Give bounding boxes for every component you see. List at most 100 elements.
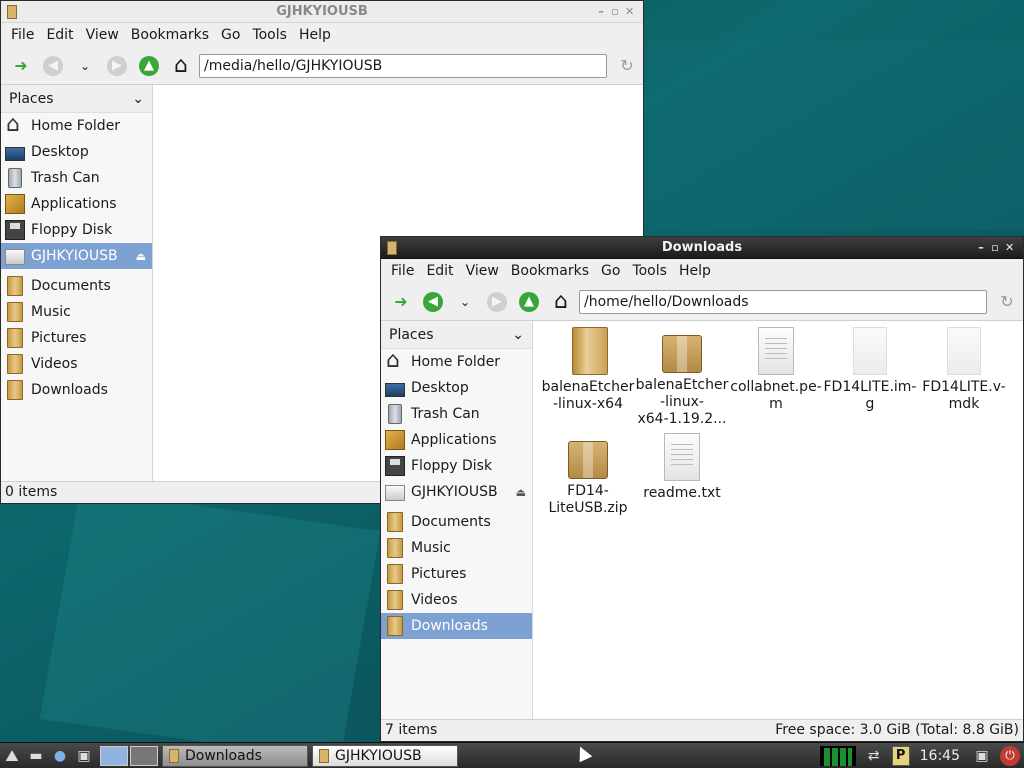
folder-icon — [387, 512, 403, 532]
history-dropdown-icon[interactable]: ⌄ — [71, 52, 99, 80]
usb-drive-icon — [385, 485, 405, 501]
power-icon[interactable]: ⏻ — [1000, 745, 1020, 766]
menu-help[interactable]: Help — [293, 27, 337, 43]
new-tab-icon[interactable]: ➜ — [387, 288, 415, 316]
go-button-icon[interactable]: ↻ — [611, 56, 643, 75]
menu-file[interactable]: File — [385, 263, 420, 279]
menu-view[interactable]: View — [460, 263, 505, 279]
folder-icon — [387, 538, 403, 558]
up-arrow-icon: ▲ — [519, 291, 539, 312]
sidebar-item-home[interactable]: Home Folder — [1, 112, 152, 139]
sidebar-item-desktop[interactable]: Desktop — [381, 375, 532, 401]
sidebar-item-documents[interactable]: Documents — [381, 509, 532, 535]
file-manager-launcher-icon[interactable]: ▬ — [24, 745, 48, 767]
maximize-button[interactable]: ▫ — [991, 237, 1005, 259]
places-sidebar: Places⌄ Home Folder Desktop Trash Can Ap… — [1, 85, 153, 481]
sidebar-item-downloads[interactable]: Downloads — [1, 377, 152, 403]
network-icon[interactable]: ⇄ — [862, 745, 886, 767]
sidebar-item-usb[interactable]: GJHKYIOUSB ⏏ — [1, 243, 152, 269]
sidebar-item-applications[interactable]: Applications — [381, 427, 532, 453]
task-downloads[interactable]: Downloads — [162, 744, 308, 767]
go-button-icon[interactable]: ↻ — [991, 292, 1023, 311]
folder-icon — [7, 354, 23, 374]
sidebar-item-applications[interactable]: Applications — [1, 191, 152, 217]
sidebar-item-pictures[interactable]: Pictures — [1, 325, 152, 351]
file-item[interactable]: FD14LITE.v- mdk — [917, 327, 1011, 433]
folder-icon — [572, 327, 608, 375]
menu-tools[interactable]: Tools — [246, 27, 293, 43]
file-item[interactable]: balenaEtcher -linux- x64-1.19.2... — [635, 327, 729, 433]
minimize-button[interactable]: – — [597, 1, 611, 23]
minimize-button[interactable]: – — [977, 237, 991, 259]
folder-icon — [7, 302, 23, 322]
window-titlebar[interactable]: Downloads – ▫✕ — [381, 237, 1023, 259]
back-button[interactable]: ◀ — [39, 52, 67, 80]
show-desktop-icon[interactable]: ▣ — [72, 745, 96, 767]
sidebar-item-downloads[interactable]: Downloads — [381, 613, 532, 639]
eject-icon[interactable]: ⏏ — [136, 250, 146, 263]
sidebar-item-videos[interactable]: Videos — [381, 587, 532, 613]
sidebar-item-music[interactable]: Music — [381, 535, 532, 561]
back-button[interactable]: ◀ — [419, 288, 447, 316]
home-icon — [385, 348, 405, 373]
sidebar-item-floppy[interactable]: Floppy Disk — [381, 453, 532, 479]
sidebar-item-pictures[interactable]: Pictures — [381, 561, 532, 587]
close-button[interactable]: ✕ — [1005, 237, 1019, 259]
task-usb[interactable]: GJHKYIOUSB — [312, 744, 458, 767]
file-item[interactable]: readme.txt — [635, 433, 729, 539]
folder-icon — [387, 241, 397, 255]
file-item[interactable]: collabnet.pe- m — [729, 327, 823, 433]
places-selector[interactable]: Places ⌄ — [1, 85, 152, 113]
file-manager-window-downloads[interactable]: Downloads – ▫✕ File Edit View Bookmarks G… — [380, 236, 1024, 742]
window-title: Downloads — [661, 240, 743, 255]
sidebar-item-trash[interactable]: Trash Can — [1, 165, 152, 191]
menu-bookmarks[interactable]: Bookmarks — [125, 27, 215, 43]
menu-help[interactable]: Help — [673, 263, 717, 279]
clock[interactable]: 16:45 — [916, 748, 964, 764]
workspace-1[interactable] — [100, 745, 128, 766]
start-menu-icon[interactable]: ⛰ — [0, 745, 24, 767]
menu-tools[interactable]: Tools — [626, 263, 673, 279]
menu-view[interactable]: View — [80, 27, 125, 43]
file-item[interactable]: FD14LITE.im- g — [823, 327, 917, 433]
tray-app-icon[interactable]: P — [891, 745, 910, 766]
menu-edit[interactable]: Edit — [40, 27, 79, 43]
menu-go[interactable]: Go — [215, 27, 246, 43]
file-item[interactable]: FD14- LiteUSB.zip — [541, 433, 635, 539]
sidebar-item-home[interactable]: Home Folder — [381, 348, 532, 375]
window-titlebar[interactable]: GJHKYIOUSB – ▫✕ — [1, 1, 643, 23]
sidebar-item-music[interactable]: Music — [1, 299, 152, 325]
home-icon[interactable]: ⌂ — [167, 52, 195, 80]
browser-launcher-icon[interactable]: ● — [48, 745, 72, 767]
sidebar-item-videos[interactable]: Videos — [1, 351, 152, 377]
close-button[interactable]: ✕ — [625, 1, 639, 23]
eject-icon[interactable]: ⏏ — [516, 486, 526, 499]
new-tab-icon[interactable]: ➜ — [7, 52, 35, 80]
history-dropdown-icon[interactable]: ⌄ — [451, 288, 479, 316]
places-selector[interactable]: Places ⌄ — [381, 321, 532, 349]
forward-button[interactable]: ▶ — [103, 52, 131, 80]
sidebar-item-usb[interactable]: GJHKYIOUSB ⏏ — [381, 479, 532, 505]
item-count: 7 items — [385, 722, 438, 738]
sidebar-item-desktop[interactable]: Desktop — [1, 139, 152, 165]
location-bar[interactable]: /home/hello/Downloads — [579, 289, 987, 314]
sidebar-item-floppy[interactable]: Floppy Disk — [1, 217, 152, 243]
workspace-2[interactable] — [130, 745, 158, 766]
location-bar[interactable]: /media/hello/GJHKYIOUSB — [199, 53, 607, 78]
lock-screen-icon[interactable]: ▣ — [970, 745, 994, 767]
file-item[interactable]: balenaEtcher -linux-x64 — [541, 327, 635, 433]
file-view[interactable]: balenaEtcher -linux-x64 balenaEtcher -li… — [533, 321, 1023, 719]
cpu-monitor — [819, 745, 856, 766]
home-icon[interactable]: ⌂ — [547, 288, 575, 316]
up-button[interactable]: ▲ — [515, 288, 543, 316]
sidebar-item-trash[interactable]: Trash Can — [381, 401, 532, 427]
menu-bookmarks[interactable]: Bookmarks — [505, 263, 595, 279]
window-controls: – ▫✕ — [597, 1, 639, 23]
menu-edit[interactable]: Edit — [420, 263, 459, 279]
menu-go[interactable]: Go — [595, 263, 626, 279]
forward-button[interactable]: ▶ — [483, 288, 511, 316]
menu-file[interactable]: File — [5, 27, 40, 43]
maximize-button[interactable]: ▫ — [611, 1, 625, 23]
up-button[interactable]: ▲ — [135, 52, 163, 80]
sidebar-item-documents[interactable]: Documents — [1, 273, 152, 299]
